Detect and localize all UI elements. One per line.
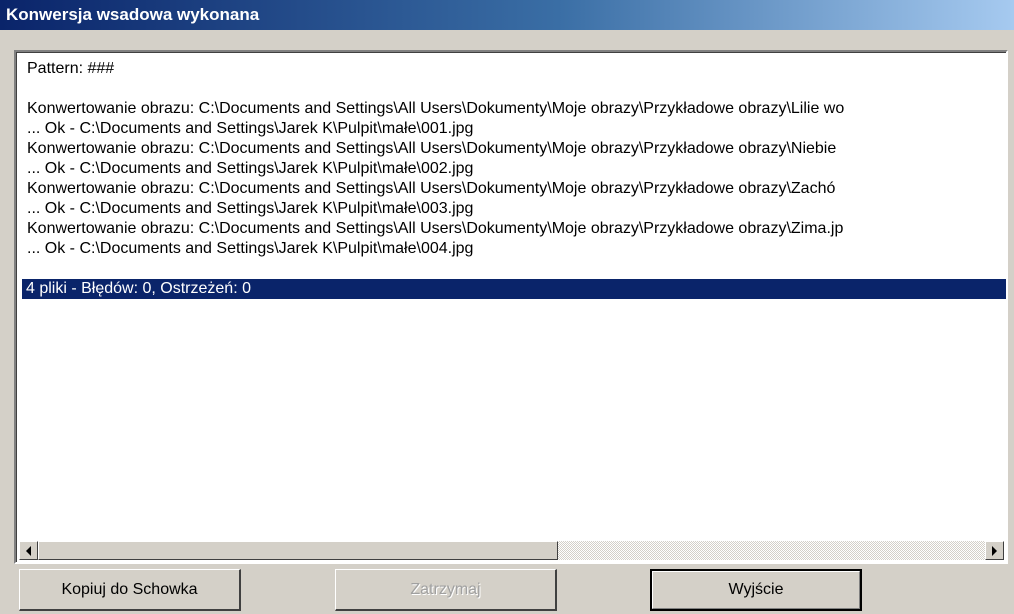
log-line[interactable]: Pattern: ### bbox=[23, 59, 1006, 79]
exit-button-label: Wyjście bbox=[652, 571, 860, 609]
window-title: Konwersja wsadowa wykonana bbox=[0, 0, 1014, 30]
copy-to-clipboard-button[interactable]: Kopiuj do Schowka bbox=[19, 569, 241, 611]
log-line[interactable]: ... Ok - C:\Documents and Settings\Jarek… bbox=[23, 119, 1006, 139]
log-line[interactable]: Konwertowanie obrazu: C:\Documents and S… bbox=[23, 179, 1006, 199]
log-line-selected-summary[interactable]: 4 pliki - Błędów: 0, Ostrzeżeń: 0 bbox=[22, 279, 1006, 299]
scrollbar-thumb[interactable] bbox=[38, 541, 558, 560]
log-line[interactable]: ... Ok - C:\Documents and Settings\Jarek… bbox=[23, 159, 1006, 179]
arrow-left-icon bbox=[26, 545, 31, 556]
log-lines: Pattern: ### Konwertowanie obrazu: C:\Do… bbox=[22, 59, 1006, 299]
horizontal-scrollbar[interactable] bbox=[19, 541, 1004, 560]
log-line[interactable]: ... Ok - C:\Documents and Settings\Jarek… bbox=[23, 199, 1006, 219]
log-line-blank[interactable] bbox=[23, 79, 1006, 99]
scroll-right-button[interactable] bbox=[985, 541, 1004, 560]
scroll-left-button[interactable] bbox=[19, 541, 38, 560]
log-line[interactable]: Konwertowanie obrazu: C:\Documents and S… bbox=[23, 219, 1006, 239]
exit-button[interactable]: Wyjście bbox=[650, 569, 862, 611]
log-listbox[interactable]: Pattern: ### Konwertowanie obrazu: C:\Do… bbox=[14, 50, 1008, 564]
log-line-blank[interactable] bbox=[23, 259, 1006, 279]
log-line[interactable]: ... Ok - C:\Documents and Settings\Jarek… bbox=[23, 239, 1006, 259]
log-line[interactable]: Konwertowanie obrazu: C:\Documents and S… bbox=[23, 139, 1006, 159]
stop-button: Zatrzymaj bbox=[335, 569, 557, 611]
log-line[interactable]: Konwertowanie obrazu: C:\Documents and S… bbox=[23, 99, 1006, 119]
arrow-right-icon bbox=[992, 545, 997, 556]
